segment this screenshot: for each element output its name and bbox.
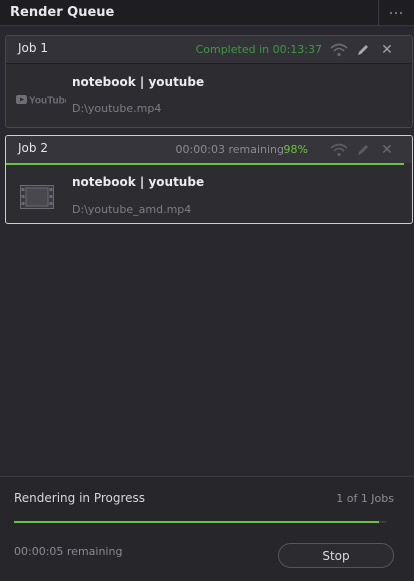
job-name: Job 1	[18, 41, 48, 55]
clip-name: notebook | youtube	[72, 75, 205, 89]
job-status: Completed in 00:13:37	[195, 43, 322, 56]
film-clip-icon	[20, 185, 54, 213]
job-remaining: 00:00:03 remaining	[175, 143, 284, 156]
panel-title: Render Queue	[10, 5, 115, 20]
header-divider	[378, 0, 379, 26]
job-card-1[interactable]: Job 1 Completed in 00:13:37 ✕ YouTub not…	[5, 35, 413, 128]
overall-remaining: 00:00:05 remaining	[14, 545, 123, 558]
job-body: YouTube notebook | youtube D:\youtube.mp…	[6, 64, 412, 127]
edit-job-icon[interactable]	[354, 41, 372, 59]
job-percent: 98%	[283, 143, 308, 156]
job-header: Job 2 00:00:03 remaining 98% ✕	[6, 136, 412, 163]
stop-button[interactable]: Stop	[278, 543, 394, 568]
remote-render-icon[interactable]	[330, 41, 348, 59]
clip-name: notebook | youtube	[72, 175, 205, 189]
edit-job-icon[interactable]	[354, 141, 372, 159]
job-card-2[interactable]: Job 2 00:00:03 remaining 98% ✕ notebook …	[5, 135, 413, 224]
clip-path: D:\youtube.mp4	[72, 102, 162, 115]
panel-header: Render Queue	[0, 0, 414, 26]
job-header: Job 1 Completed in 00:13:37 ✕	[6, 36, 412, 63]
delete-job-icon[interactable]: ✕	[378, 41, 396, 59]
overall-progress-fill	[14, 521, 379, 523]
more-dots-icon[interactable]	[384, 6, 408, 20]
remote-render-icon[interactable]	[330, 141, 348, 159]
render-queue-panel: Render Queue Job 1 Completed in 00:13:37…	[0, 0, 414, 581]
job-count: 1 of 1 Jobs	[336, 492, 394, 505]
render-status: Rendering in Progress	[14, 491, 146, 505]
youtube-logo-icon: YouTube	[16, 91, 71, 110]
job-name: Job 2	[18, 141, 48, 155]
delete-job-icon[interactable]: ✕	[378, 141, 396, 159]
overall-progress-bar	[14, 521, 386, 523]
thumbnail-text: YouTube	[29, 96, 66, 107]
job-body: notebook | youtube D:\youtube_amd.mp4	[6, 165, 412, 223]
clip-path: D:\youtube_amd.mp4	[72, 203, 192, 216]
render-footer: Rendering in Progress 1 of 1 Jobs 00:00:…	[0, 476, 414, 581]
